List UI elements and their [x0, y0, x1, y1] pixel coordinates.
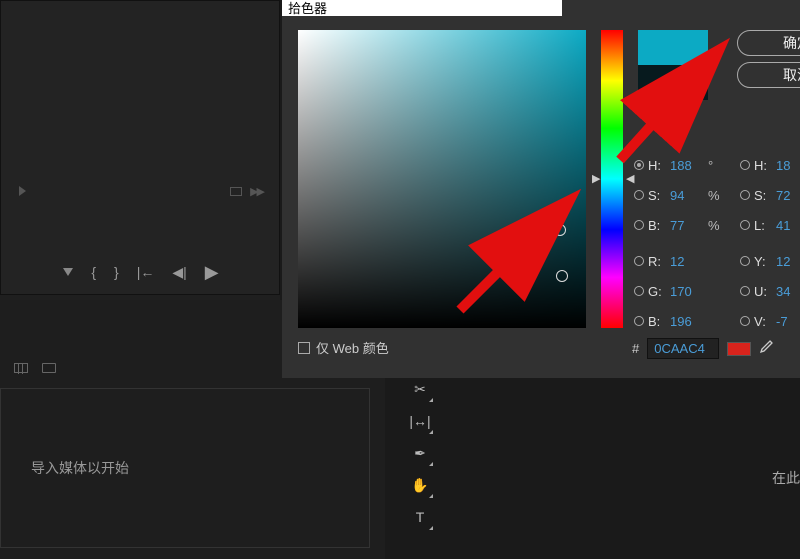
dialog-title: 拾色器 [282, 0, 562, 16]
color-preview-new [638, 30, 708, 65]
g-radio[interactable] [634, 286, 644, 296]
h2-radio[interactable] [740, 160, 750, 170]
h-unit: ° [708, 158, 713, 173]
l-radio[interactable] [740, 220, 750, 230]
h2-label: H: [754, 158, 772, 173]
folder-icon[interactable] [42, 363, 56, 373]
g-value[interactable]: 170 [670, 284, 704, 299]
slip-tool-icon[interactable]: |↔| [409, 410, 431, 432]
timeline-controls-row: ▶▶ [1, 181, 281, 201]
playback-controls: { } |← ◀| ▶ [1, 259, 281, 285]
u-radio[interactable] [740, 286, 750, 296]
pen-tool-icon[interactable]: ✒ [409, 442, 431, 464]
import-media-dropzone[interactable]: 导入媒体以开始 [0, 388, 370, 548]
rect-icon[interactable] [230, 187, 242, 196]
play-icon[interactable]: ▶ [205, 262, 219, 283]
h-value[interactable]: 188 [670, 158, 704, 173]
mark-in-icon[interactable] [63, 268, 73, 276]
import-hint-text: 导入媒体以开始 [31, 458, 129, 478]
cancel-button[interactable]: 取消 [737, 62, 800, 88]
color-values-right: H: 18 S: 72 L: 41 Y: 12 U: 34 V: -7 [740, 150, 800, 336]
color-preview-old[interactable] [638, 65, 708, 100]
u-label: U: [754, 284, 772, 299]
play-tiny-icon[interactable] [19, 186, 26, 196]
s-label: S: [648, 188, 666, 203]
right-hint-text: 在此 [772, 468, 800, 488]
y-value[interactable]: 12 [776, 254, 800, 269]
frame-back-icon[interactable]: ◀| [172, 264, 186, 281]
monitor-panel: ▶▶ { } |← ◀| ▶ [0, 0, 280, 295]
hex-row: # [632, 338, 773, 359]
y-label: Y: [754, 254, 772, 269]
y-radio[interactable] [740, 256, 750, 266]
color-picker-dialog: 拾色器 ▶ ◀ 确定 取消 H: 188 ° S: 94 % B: 77 [282, 0, 800, 378]
web-only-checkbox[interactable] [298, 342, 310, 354]
color-preview [638, 30, 708, 100]
s2-label: S: [754, 188, 772, 203]
r-value[interactable]: 12 [670, 254, 704, 269]
hex-input[interactable] [647, 338, 719, 359]
hue-pointer-left-icon: ▶ [592, 172, 600, 185]
list-view-icon[interactable] [14, 363, 28, 373]
s-value[interactable]: 94 [670, 188, 704, 203]
b-radio[interactable] [634, 220, 644, 230]
crop-tool-icon[interactable]: ✂ [409, 378, 431, 400]
s2-radio[interactable] [740, 190, 750, 200]
g-label: G: [648, 284, 666, 299]
bl-label: B: [648, 314, 666, 329]
v-radio[interactable] [740, 316, 750, 326]
s-unit: % [708, 188, 720, 203]
confirm-button[interactable]: 确定 [737, 30, 800, 56]
l-value[interactable]: 41 [776, 218, 800, 233]
v-value[interactable]: -7 [776, 314, 800, 329]
bracket-open-icon[interactable]: { [91, 264, 96, 280]
hue-slider[interactable] [601, 30, 623, 328]
r-radio[interactable] [634, 256, 644, 266]
web-only-row: 仅 Web 颜色 [298, 338, 389, 357]
h-label: H: [648, 158, 666, 173]
s2-value[interactable]: 72 [776, 188, 800, 203]
u-value[interactable]: 34 [776, 284, 800, 299]
step-back-icon[interactable]: |← [137, 264, 155, 280]
sv-indicator-current [556, 270, 568, 282]
fast-forward-icon[interactable]: ▶▶ [250, 185, 263, 198]
l-label: L: [754, 218, 772, 233]
r-label: R: [648, 254, 666, 269]
bracket-close-icon[interactable]: } [114, 264, 119, 280]
b-unit: % [708, 218, 720, 233]
b-value[interactable]: 77 [670, 218, 704, 233]
eyedropper-icon[interactable] [759, 340, 773, 358]
sv-indicator-prev [554, 224, 566, 236]
hex-prefix: # [632, 341, 639, 356]
web-only-label: 仅 Web 颜色 [316, 338, 389, 357]
s-radio[interactable] [634, 190, 644, 200]
warning-swatch[interactable] [727, 342, 751, 356]
v-label: V: [754, 314, 772, 329]
b-label: B: [648, 218, 666, 233]
type-tool-icon[interactable]: T [409, 506, 431, 528]
bl-value[interactable]: 196 [670, 314, 704, 329]
h2-value[interactable]: 18 [776, 158, 800, 173]
saturation-value-field[interactable] [298, 30, 586, 328]
bl-radio[interactable] [634, 316, 644, 326]
hand-tool-icon[interactable]: ✋ [409, 474, 431, 496]
tool-column: ✂ |↔| ✒ ✋ T [408, 378, 432, 528]
h-radio[interactable] [634, 160, 644, 170]
